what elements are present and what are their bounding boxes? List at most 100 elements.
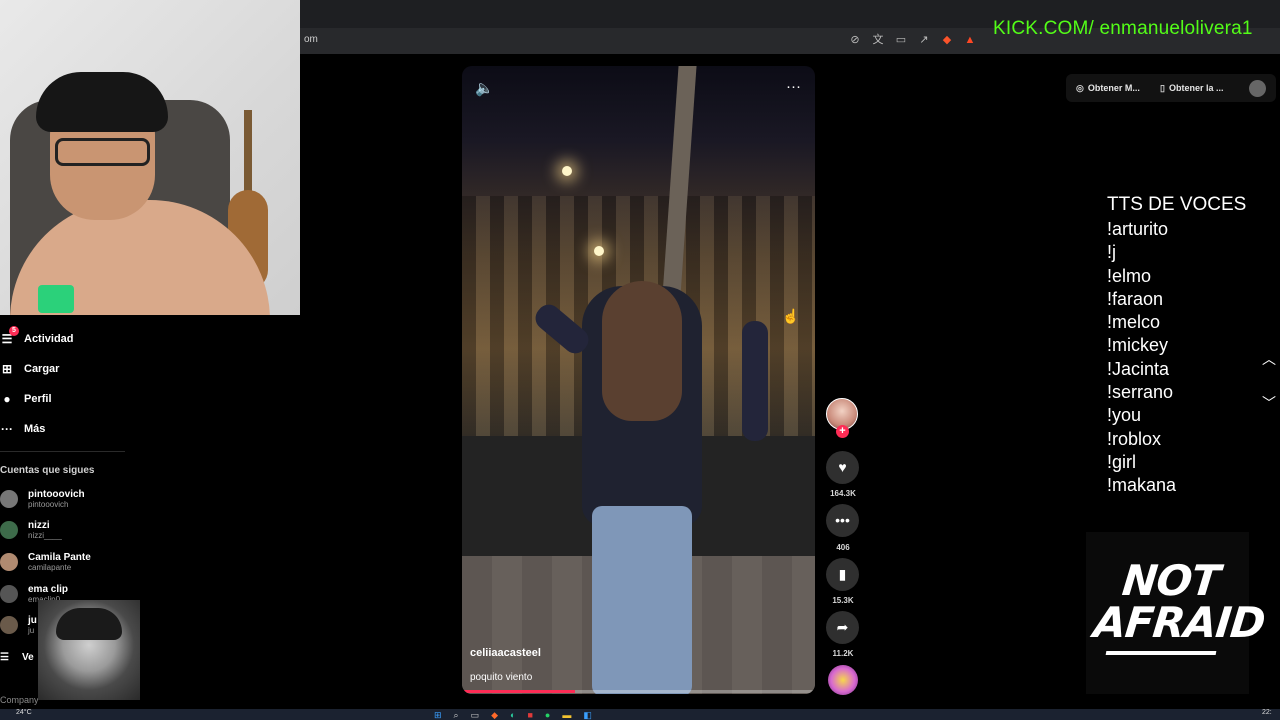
mouse-cursor-icon: ☝ xyxy=(782,308,800,324)
tts-command: !faraon xyxy=(1107,288,1164,309)
share-button[interactable]: ➦ xyxy=(826,611,859,644)
mute-tab-icon[interactable]: ⊘ xyxy=(848,33,862,47)
app-icon[interactable]: ■ xyxy=(527,710,532,720)
vscode-icon[interactable]: ◧ xyxy=(583,710,592,720)
share-count: 11.2K xyxy=(832,649,854,658)
avatar xyxy=(0,585,18,603)
tts-command: !mickey xyxy=(1107,335,1169,356)
avatar xyxy=(0,490,18,508)
account-name: nizzi xyxy=(28,520,50,531)
tts-command: !makana xyxy=(1107,475,1177,496)
device-icon: ▯ xyxy=(1160,82,1165,93)
volume-icon[interactable]: 🔈 xyxy=(475,79,494,97)
account-handle: ju xyxy=(28,626,35,635)
sidebar-divider xyxy=(0,451,125,452)
coin-icon: ◎ xyxy=(1076,82,1084,93)
tts-command: !girl xyxy=(1107,451,1137,472)
brave-shields-icon[interactable]: ◆ xyxy=(940,33,954,47)
get-app-button[interactable]: ◎ Obtener M... xyxy=(1076,79,1140,97)
save-count: 15.3K xyxy=(832,596,854,605)
get-desktop-app-button[interactable]: ▯ Obtener la ... xyxy=(1160,79,1223,97)
like-button[interactable]: ♥ xyxy=(826,451,859,484)
tts-command: !roblox xyxy=(1107,428,1162,449)
streamer-hair xyxy=(36,72,168,132)
edge-icon[interactable]: ◐ xyxy=(510,710,515,720)
followed-account[interactable]: ju ju xyxy=(0,615,37,635)
music-disc-icon[interactable] xyxy=(828,665,858,695)
user-avatar[interactable] xyxy=(1249,80,1266,97)
chevron-down-icon: ﹀ xyxy=(1262,395,1276,411)
clock: 22: xyxy=(1262,709,1272,716)
nav-label: Perfil xyxy=(24,393,52,405)
streamer-glasses xyxy=(55,138,150,166)
task-view-icon[interactable]: ▭ xyxy=(471,710,480,720)
video-author[interactable]: celiiaacasteel xyxy=(470,647,541,659)
followed-account[interactable]: Camila Pante camilapante xyxy=(0,552,91,572)
tts-command: !j xyxy=(1107,242,1116,263)
browser-icon[interactable]: ◆ xyxy=(491,710,498,720)
activity-badge: 5 xyxy=(9,326,19,336)
see-more-label: Ve xyxy=(21,652,34,663)
translate-icon[interactable]: 文 xyxy=(871,33,885,47)
share-arrow-icon: ➦ xyxy=(836,619,849,635)
bookmark-icon: ▮ xyxy=(838,566,847,582)
logo-underline xyxy=(1105,651,1217,655)
save-button[interactable]: ▮ xyxy=(826,558,859,591)
comment-count: 406 xyxy=(836,543,850,552)
upload-icon: ⊞ xyxy=(1,362,13,376)
chevron-up-icon: ︿ xyxy=(1262,351,1276,367)
weather-widget[interactable]: 24°C xyxy=(16,709,32,716)
previous-video-button[interactable]: ︿ xyxy=(1258,348,1280,370)
get-desktop-label: Obtener la ... xyxy=(1168,83,1224,93)
windows-taskbar: 24°C ⊞ ⌕ ▭ ◆ ◐ ■ ● ▬ ◧ 22: xyxy=(0,709,1280,720)
screenshot-icon[interactable]: ▭ xyxy=(894,33,908,47)
tts-command: !serrano xyxy=(1107,382,1174,403)
footer-company-link[interactable]: Company xyxy=(0,695,39,705)
tts-command: !you xyxy=(1107,405,1142,426)
see-more-link[interactable]: ☰ Ve xyxy=(0,652,34,663)
more-options-icon[interactable]: ··· xyxy=(786,78,801,95)
account-name: Camila Pante xyxy=(28,552,91,563)
video-progress-fill xyxy=(462,690,575,693)
tts-command-list: !arturito !j !elmo !faraon !melco !micke… xyxy=(1107,218,1176,498)
share-icon[interactable]: ↗ xyxy=(917,33,931,47)
video-progress-bar[interactable] xyxy=(462,690,815,693)
nav-item-cargar[interactable]: ⊞ Cargar xyxy=(0,362,60,376)
windows-start-icon[interactable]: ⊞ xyxy=(434,710,442,720)
video-subject-arm xyxy=(742,321,768,441)
brave-rewards-icon[interactable]: ▲ xyxy=(963,33,977,47)
street-lamp xyxy=(562,166,572,176)
search-icon[interactable]: ⌕ xyxy=(454,710,459,720)
avatar xyxy=(0,553,18,571)
tts-command: !arturito xyxy=(1107,219,1169,239)
kick-handle-overlay: KICK.COM/ enmanuelolivera1 xyxy=(993,18,1253,39)
whatsapp-icon[interactable]: ● xyxy=(545,710,550,720)
toolbar-icons: ⊘ 文 ▭ ↗ ◆ ▲ xyxy=(848,33,977,47)
address-bar[interactable]: om xyxy=(304,34,318,45)
avatar xyxy=(0,616,18,634)
next-video-button[interactable]: ﹀ xyxy=(1258,392,1280,414)
logo-line: NOT xyxy=(1119,556,1222,605)
account-handle: nizzi____ xyxy=(28,531,62,540)
nav-item-actividad[interactable]: ☰ 5 Actividad xyxy=(0,326,74,346)
get-app-label: Obtener M... xyxy=(1087,83,1140,93)
nav-item-perfil[interactable]: ● Perfil xyxy=(0,392,52,406)
folder-icon[interactable]: ▬ xyxy=(562,710,571,720)
activity-icon: ☰ 5 xyxy=(0,326,19,346)
tts-command: !melco xyxy=(1107,312,1161,333)
nav-item-mas[interactable]: ··· Más xyxy=(0,422,45,436)
street-lamp xyxy=(594,246,604,256)
video-player[interactable]: 🔈 ··· celiiaacasteel poquito viento xyxy=(462,66,815,694)
taskbar-apps: ⊞ ⌕ ▭ ◆ ◐ ■ ● ▬ ◧ xyxy=(434,710,592,720)
more-icon: ··· xyxy=(1,422,13,436)
comment-icon: ••• xyxy=(835,512,850,528)
follow-plus-icon[interactable]: + xyxy=(836,425,849,438)
like-count: 164.3K xyxy=(830,489,856,498)
followed-account[interactable]: pintooovich pintooovich xyxy=(0,489,85,509)
video-caption: poquito viento xyxy=(470,672,533,683)
account-handle: pintooovich xyxy=(28,500,69,509)
logo-line: AFRAID xyxy=(1091,598,1267,647)
comment-button[interactable]: ••• xyxy=(826,504,859,537)
followed-account[interactable]: nizzi nizzi____ xyxy=(0,520,62,540)
portrait-overlay-image xyxy=(38,600,140,700)
